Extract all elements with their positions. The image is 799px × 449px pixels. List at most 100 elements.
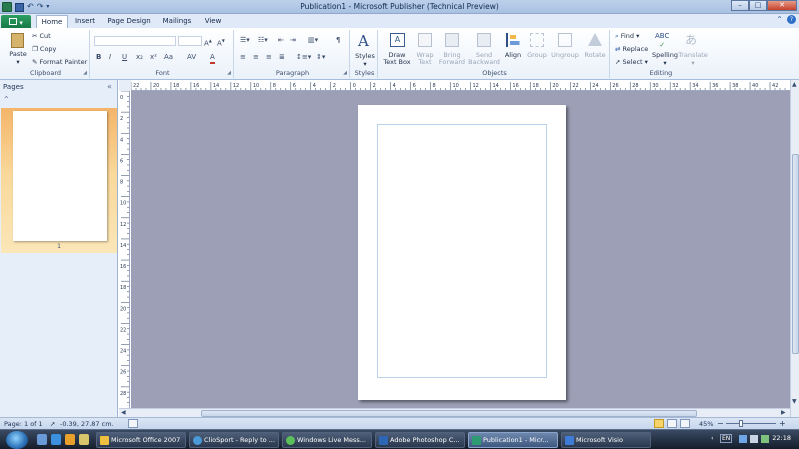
vertical-ruler[interactable]: 0246810121416182022242628 (119, 91, 130, 408)
wrap-text-button[interactable]: Wrap Text (412, 32, 438, 70)
replace-button[interactable]: ⇄ Replace (615, 45, 648, 53)
fit-page-icon[interactable] (680, 419, 690, 428)
taskbar-item-messenger[interactable]: Windows Live Mess... (282, 432, 372, 448)
tray-expand-icon[interactable]: ‹ (711, 434, 714, 442)
publication-page[interactable] (358, 105, 566, 400)
network-icon[interactable] (739, 435, 747, 443)
vertical-scroll-thumb[interactable] (792, 154, 799, 354)
pages-scroll-up-icon[interactable]: ⌃ (3, 95, 10, 104)
single-page-view-icon[interactable] (654, 419, 664, 428)
cut-button[interactable]: ✂ Cut (32, 32, 51, 40)
scratch-area[interactable] (131, 91, 790, 408)
zoom-slider-track[interactable] (726, 423, 776, 424)
group-button[interactable]: Group (526, 32, 548, 70)
tab-mailings[interactable]: Mailings (158, 15, 196, 28)
firefox-icon[interactable] (65, 434, 75, 445)
clock[interactable]: 22:18 (772, 434, 791, 442)
underline-button[interactable]: U (122, 53, 127, 62)
send-backward-button[interactable]: Send Backward (468, 32, 500, 70)
font-color-button[interactable]: A (210, 53, 215, 64)
font-group: A▲ A▼ B I U x₂ x² Aa AV A Font ◢ (92, 30, 234, 78)
styles-button[interactable]: A Styles ▾ (353, 32, 377, 70)
clipboard-dialog-launcher-icon[interactable]: ◢ (83, 70, 87, 76)
align-center-icon[interactable]: ≡ (253, 53, 259, 62)
tab-view[interactable]: View (200, 15, 226, 28)
wrap-text-label: Wrap Text (416, 51, 434, 66)
ruler-label: 4 (393, 83, 396, 89)
paragraph-dialog-launcher-icon[interactable]: ◢ (343, 70, 347, 76)
taskbar-item-photoshop[interactable]: Adobe Photoshop C... (375, 432, 465, 448)
start-button[interactable] (6, 431, 28, 449)
find-button[interactable]: ⌕ Find ▾ (615, 32, 639, 40)
grow-font-icon[interactable]: A▲ (204, 36, 212, 48)
rotate-button[interactable]: Rotate (582, 32, 608, 70)
align-right-icon[interactable]: ≡ (266, 53, 272, 62)
superscript-button[interactable]: x² (150, 53, 157, 62)
taskbar-item-publisher[interactable]: Publication1 - Micr... (468, 432, 558, 448)
taskbar-item-visio[interactable]: Microsoft Visio (561, 432, 651, 448)
language-indicator[interactable]: EN (720, 434, 733, 443)
file-menu-button[interactable]: ▾ (1, 15, 31, 28)
page-thumbnail[interactable] (13, 111, 107, 241)
increase-indent-icon[interactable]: ⇥ (290, 36, 296, 45)
ruler-corner[interactable] (119, 80, 131, 91)
security-icon[interactable] (761, 435, 769, 443)
close-button[interactable]: ✕ (767, 0, 797, 11)
align-left-icon[interactable]: ≡ (240, 53, 246, 62)
ungroup-button[interactable]: Ungroup (550, 32, 580, 70)
scroll-up-arrow-icon[interactable]: ▲ (792, 81, 797, 89)
bring-forward-button[interactable]: Bring Forward (438, 32, 466, 70)
horizontal-scrollbar[interactable]: ◀ ▶ (119, 408, 790, 417)
page-thumbnail-selected[interactable]: 1 (1, 108, 117, 253)
paste-button[interactable]: Paste ▾ (5, 32, 31, 70)
taskbar-item-office[interactable]: Microsoft Office 2007 (96, 432, 186, 448)
change-case-button[interactable]: Aa (164, 53, 173, 62)
help-icon[interactable]: ? (787, 15, 796, 24)
taskbar-item-cliosport[interactable]: ClioSport - Reply to ... (189, 432, 279, 448)
horizontal-scroll-thumb[interactable] (201, 410, 697, 417)
tab-page-design[interactable]: Page Design (104, 15, 154, 28)
volume-icon[interactable] (750, 435, 758, 443)
show-formatting-button[interactable]: ¶ (336, 36, 340, 45)
bold-button[interactable]: B (96, 53, 101, 62)
object-size-icon[interactable] (128, 419, 138, 428)
internet-explorer-icon[interactable] (51, 434, 61, 445)
italic-button[interactable]: I (109, 53, 111, 62)
subscript-button[interactable]: x₂ (136, 53, 143, 62)
bullets-icon[interactable]: ☰▾ (240, 36, 250, 45)
decrease-indent-icon[interactable]: ⇤ (278, 36, 284, 45)
font-dialog-launcher-icon[interactable]: ◢ (227, 70, 231, 76)
pages-pane-collapse-icon[interactable]: « (107, 82, 112, 91)
justify-icon[interactable]: ≣ (279, 53, 285, 62)
two-page-view-icon[interactable] (667, 419, 677, 428)
minimize-button[interactable]: – (731, 0, 749, 11)
tab-insert[interactable]: Insert (70, 15, 100, 28)
character-spacing-button[interactable]: AV (187, 53, 196, 62)
ribbon-minimize-icon[interactable]: ⌃ (776, 15, 783, 24)
maximize-button[interactable]: □ (749, 0, 767, 11)
font-size-box[interactable] (178, 36, 202, 46)
scroll-right-arrow-icon[interactable]: ▶ (781, 409, 786, 417)
format-painter-button[interactable]: ✎ Format Painter (32, 58, 87, 66)
scroll-left-arrow-icon[interactable]: ◀ (121, 409, 126, 417)
font-name-box[interactable] (94, 36, 176, 46)
shrink-font-icon[interactable]: A▼ (217, 36, 225, 48)
copy-button[interactable]: ❐ Copy (32, 45, 56, 53)
show-desktop-icon[interactable] (37, 434, 47, 445)
line-spacing-icon[interactable]: ↕≡▾ (296, 53, 311, 62)
spelling-button[interactable]: ABC ✓ Spelling ▾ (652, 32, 678, 70)
draw-text-box-button[interactable]: A Draw Text Box (382, 32, 412, 70)
horizontal-ruler[interactable]: 22 20 18 16 14 12 10 8 6 4 2 0 2 4 6 8 10 12 14 16 18 20 22 24 2… (131, 80, 790, 91)
title-bar: ↶ ↷ ▾ Publication1 - Microsoft Publisher… (0, 0, 799, 14)
numbering-icon[interactable]: ☷▾ (258, 36, 268, 45)
vertical-scrollbar[interactable]: ▲ ▼ (790, 80, 799, 417)
align-button[interactable]: Align (502, 32, 524, 70)
translate-button[interactable]: あ Translate ▾ (678, 32, 708, 70)
folder-icon[interactable] (79, 434, 89, 445)
zoom-slider-knob[interactable] (739, 420, 743, 427)
scroll-down-arrow-icon[interactable]: ▼ (792, 398, 797, 406)
paragraph-spacing-icon[interactable]: ⇕▾ (316, 53, 325, 62)
columns-icon[interactable]: ▥▾ (308, 36, 318, 45)
select-button[interactable]: ➚ Select ▾ (615, 58, 648, 66)
tab-home[interactable]: Home (36, 15, 68, 28)
